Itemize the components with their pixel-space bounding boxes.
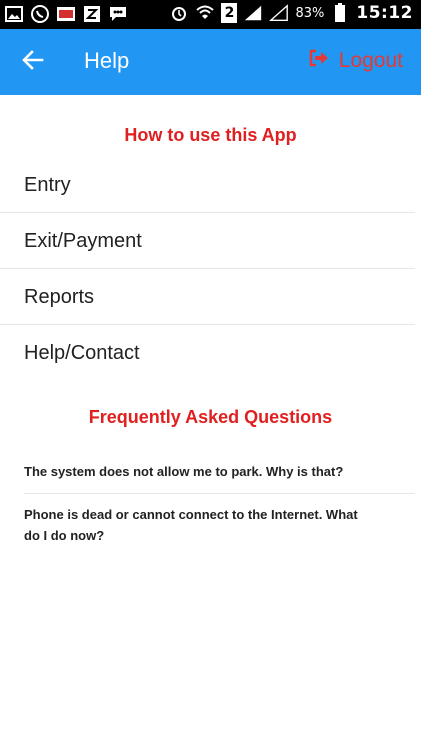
menu-item-label: Entry (24, 173, 71, 196)
clock: 15:12 (356, 3, 413, 23)
sim-badge: 2 (221, 3, 238, 23)
signal-icon-secondary (269, 3, 289, 23)
faq-list: The system does not allow me to park. Wh… (24, 447, 415, 546)
alarm-icon (169, 3, 189, 23)
gallery-icon (4, 4, 24, 24)
menu-item-reports[interactable]: Reports (0, 269, 415, 325)
how-to-title: How to use this App (124, 125, 297, 145)
faq-title: Frequently Asked Questions (88, 407, 333, 427)
sign-out-icon (309, 49, 329, 73)
app-bar: Help Logout (0, 29, 421, 95)
logout-button[interactable]: Logout (309, 49, 403, 73)
menu-item-entry[interactable]: Entry (0, 157, 415, 213)
faq-question[interactable]: The system does not allow me to park. Wh… (24, 447, 415, 494)
faq-question[interactable]: Phone is dead or cannot connect to the I… (24, 494, 415, 546)
signal-icon (243, 3, 263, 23)
bbm-icon (108, 4, 128, 24)
notification-icons (4, 4, 128, 24)
news-app-icon (56, 4, 76, 24)
system-icons: 2 83% 15:12 (169, 3, 413, 23)
menu-item-help-contact[interactable]: Help/Contact (24, 325, 415, 381)
z-app-icon (82, 4, 102, 24)
help-menu: Entry Exit/Payment Reports Help/Contact (0, 157, 421, 381)
page-title: Help (84, 48, 130, 73)
arrow-left-icon (22, 49, 44, 76)
battery-icon (330, 3, 350, 23)
logout-label: Logout (338, 49, 403, 72)
status-bar: 2 83% 15:12 (0, 0, 421, 29)
wifi-icon (195, 3, 215, 23)
menu-item-label: Exit/Payment (24, 229, 142, 252)
back-button[interactable] (18, 47, 48, 77)
menu-item-exit-payment[interactable]: Exit/Payment (0, 213, 415, 269)
menu-item-label: Reports (24, 285, 95, 308)
menu-item-label: Help/Contact (24, 341, 140, 364)
battery-percent: 83% (295, 5, 325, 21)
whatsapp-icon (30, 4, 50, 24)
